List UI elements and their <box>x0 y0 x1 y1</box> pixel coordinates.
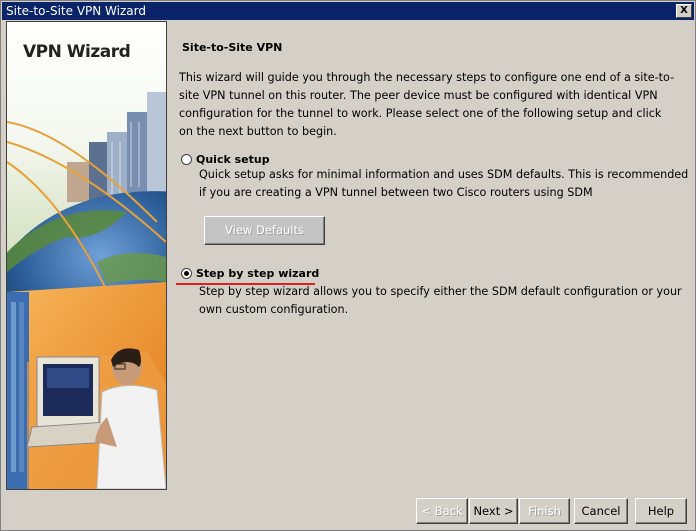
wizard-artwork <box>7 22 166 489</box>
window-title: Site-to-Site VPN Wizard <box>6 4 146 18</box>
close-button[interactable]: X <box>676 4 692 18</box>
cancel-button[interactable]: Cancel <box>574 498 628 524</box>
quick-setup-description: Quick setup asks for minimal information… <box>199 168 689 199</box>
step-by-step-description: Step by step wizard allows you to specif… <box>199 285 682 316</box>
back-button[interactable]: < Back <box>416 498 468 524</box>
wizard-content: Site-to-Site VPN This wizard will guide … <box>165 21 693 491</box>
wizard-window: Site-to-Site VPN Wizard X VPN Wizard Sit… <box>0 0 696 531</box>
vpn-wizard-logo-text: VPN Wizard <box>23 42 131 62</box>
page-title: Site-to-Site VPN <box>182 41 283 54</box>
quick-setup-radio[interactable] <box>181 154 192 165</box>
quick-setup-label[interactable]: Quick setup <box>196 153 270 166</box>
step-by-step-option[interactable]: Step by step wizard <box>181 267 319 280</box>
help-button[interactable]: Help <box>635 498 687 524</box>
step-by-step-radio[interactable] <box>181 268 192 279</box>
wizard-illustration: VPN Wizard <box>6 21 167 490</box>
finish-button[interactable]: Finish <box>519 498 570 524</box>
intro-text: This wizard will guide you through the n… <box>179 71 675 138</box>
view-defaults-button[interactable]: View Defaults <box>204 216 325 245</box>
title-bar: Site-to-Site VPN Wizard X <box>2 2 694 20</box>
next-button[interactable]: Next > <box>469 498 518 524</box>
step-by-step-label[interactable]: Step by step wizard <box>196 267 319 280</box>
quick-setup-option[interactable]: Quick setup <box>181 153 270 166</box>
